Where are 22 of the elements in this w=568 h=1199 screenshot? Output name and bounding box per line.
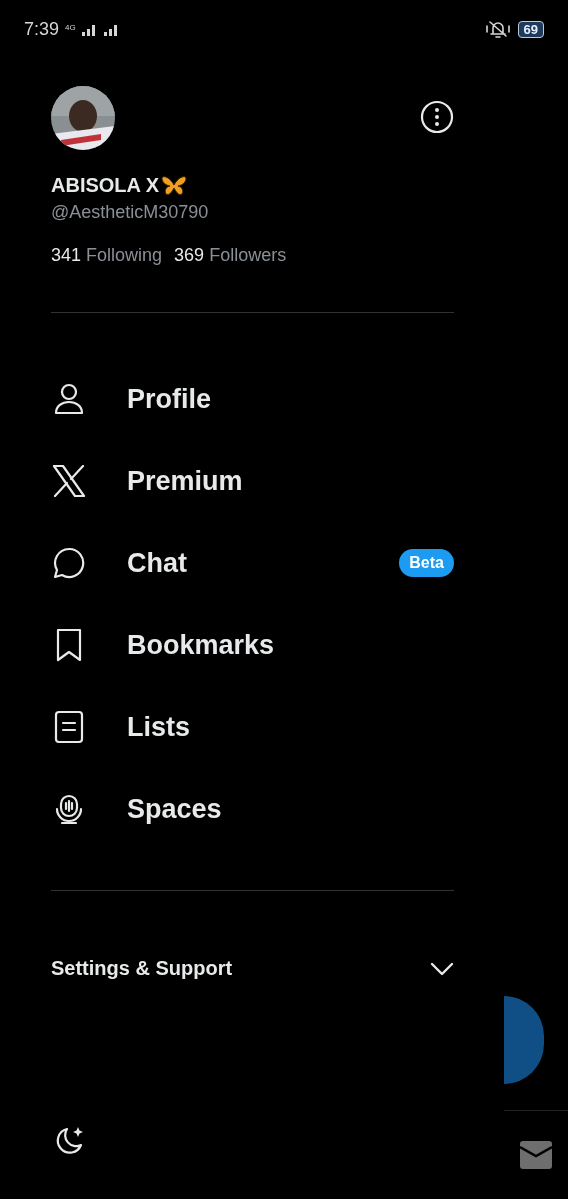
- menu-item[interactable]: Profile: [51, 358, 454, 440]
- username: @AestheticM30790: [51, 202, 210, 223]
- more-options-icon[interactable]: [420, 100, 454, 134]
- mail-icon[interactable]: [520, 1141, 552, 1169]
- network-type: 4G: [65, 22, 76, 32]
- menu-item[interactable]: Chat Beta: [51, 522, 454, 604]
- followers-link[interactable]: 369 Followers: [174, 245, 287, 266]
- butterfly-icon: [161, 174, 188, 197]
- speech-bubble-icon: [51, 545, 87, 581]
- clock: 7:39: [24, 18, 60, 40]
- menu-item[interactable]: Spaces: [51, 768, 454, 850]
- x-logo-icon: [51, 463, 87, 499]
- beta-badge: Beta: [399, 549, 454, 577]
- menu-item[interactable]: Bookmarks: [51, 604, 454, 686]
- chevron-icon: [430, 961, 454, 976]
- settings-support-toggle[interactable]: Settings & Support: [51, 957, 454, 980]
- battery-level: 69: [517, 20, 544, 38]
- display-name: ABISOLA X: [51, 174, 160, 197]
- menu-item[interactable]: Lists: [51, 686, 454, 768]
- muted-bell-icon: [485, 19, 510, 39]
- menu-item[interactable]: Premium: [51, 440, 454, 522]
- following-link[interactable]: 341 Following: [51, 245, 163, 266]
